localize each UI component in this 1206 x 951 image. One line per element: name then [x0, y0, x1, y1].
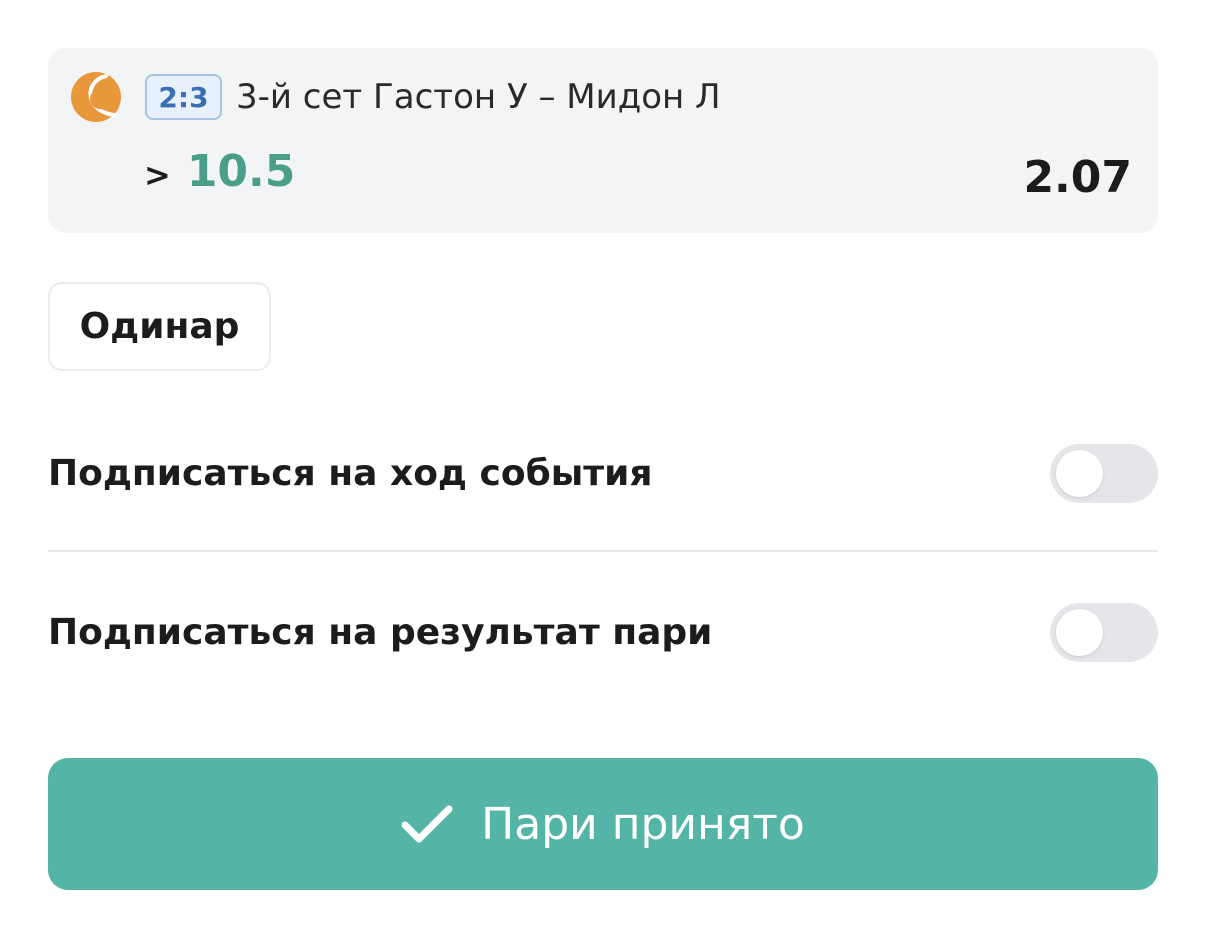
tennis-ball-icon: [71, 72, 121, 122]
bet-accepted-button[interactable]: Пари принято: [48, 758, 1158, 890]
subscribe-result-toggle[interactable]: [1050, 602, 1158, 662]
divider: [48, 550, 1158, 552]
bet-outcome: > 10.5: [144, 146, 295, 197]
bet-card[interactable]: 2:3 3-й сет Гастон У – Мидон Л > 10.5 2.…: [48, 48, 1158, 233]
bet-accepted-label: Пари принято: [481, 798, 805, 850]
toggle-knob: [1056, 608, 1103, 656]
subscribe-event-label: Подписаться на ход события: [48, 452, 653, 494]
score-badge: 2:3: [145, 74, 222, 120]
subscribe-result-row: Подписаться на результат пари: [48, 597, 1158, 667]
subscribe-event-row: Подписаться на ход события: [48, 438, 1158, 508]
checkmark-icon: [401, 805, 453, 843]
event-title: 3-й сет Гастон У – Мидон Л: [236, 77, 721, 117]
outcome-value: 10.5: [186, 146, 296, 197]
bet-type-single-button[interactable]: Одинар: [48, 282, 271, 371]
subscribe-result-label: Подписаться на результат пари: [48, 611, 713, 653]
bet-odds: 2.07: [1023, 152, 1132, 203]
outcome-operator: >: [144, 156, 171, 194]
bet-slip: 2:3 3-й сет Гастон У – Мидон Л > 10.5 2.…: [0, 0, 1206, 951]
subscribe-event-toggle[interactable]: [1050, 443, 1158, 503]
toggle-knob: [1056, 449, 1103, 497]
